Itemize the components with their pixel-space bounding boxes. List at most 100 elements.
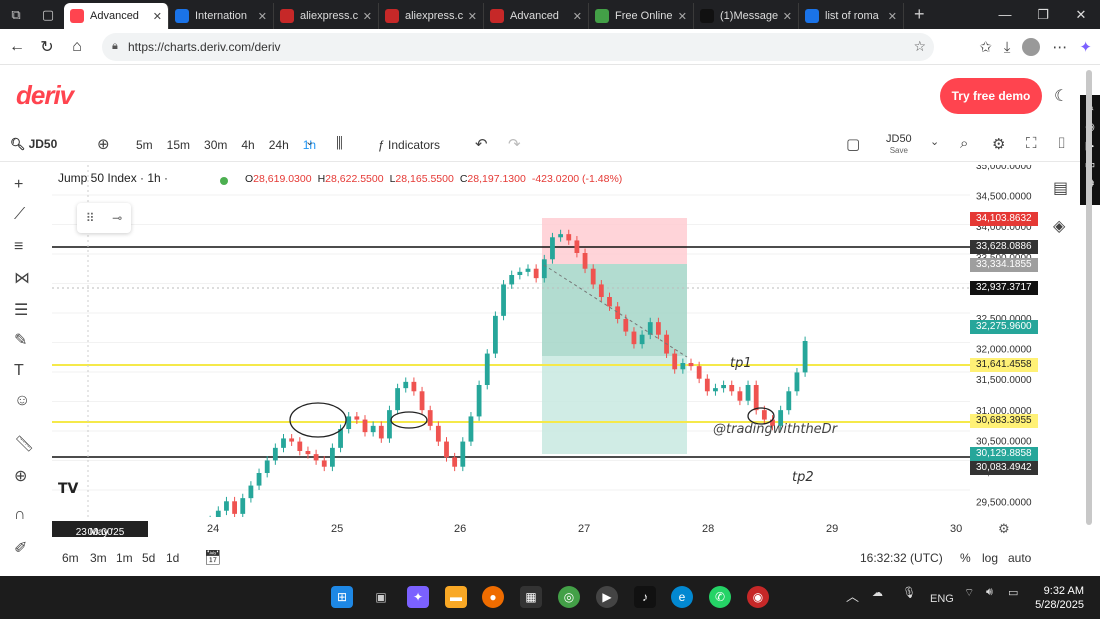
tiktok-icon[interactable]: ♪ <box>634 586 656 608</box>
price-chart[interactable]: 35,000.000034,500.000034,000.000033,500.… <box>52 165 1052 517</box>
whatsapp-icon[interactable]: ✆ <box>709 586 731 608</box>
screenshot-camera-icon[interactable]: ⌷ <box>1057 135 1066 152</box>
page-scrollbar[interactable] <box>1086 70 1092 525</box>
drag-handle-icon[interactable]: ⠿ <box>86 211 95 225</box>
horizontal-lines-icon[interactable]: ≡ <box>14 238 23 256</box>
copilot-icon[interactable]: ✦ <box>1079 38 1092 56</box>
timeframe-4h[interactable]: 4h <box>241 138 254 152</box>
media-app-icon[interactable]: ▦ <box>520 586 542 608</box>
cloud-icon[interactable]: ☁ <box>872 586 883 599</box>
favorites-icon[interactable]: ✩ <box>979 38 992 56</box>
fullscreen-icon[interactable]: ⛶ <box>1026 135 1037 152</box>
browser-tab[interactable]: aliexpress.c ✕ <box>274 3 379 29</box>
zoom-icon[interactable]: ⊕ <box>14 466 27 486</box>
layers-icon[interactable]: ◈ <box>1053 216 1065 236</box>
browser-tab[interactable]: (1)Message ✕ <box>694 3 799 29</box>
auto-toggle[interactable]: auto <box>1008 551 1031 565</box>
profile-avatar[interactable] <box>1022 38 1041 56</box>
pencil-lock-icon[interactable]: ✐ <box>14 538 27 558</box>
back-icon[interactable]: ← <box>2 32 32 62</box>
media-player-icon[interactable]: ▶ <box>596 586 618 608</box>
timeframe-30m[interactable]: 30m <box>204 138 227 152</box>
browser-tab[interactable]: Advanced ✕ <box>484 3 589 29</box>
browser-tab[interactable]: Internation ✕ <box>169 3 274 29</box>
period-5d[interactable]: 5d <box>142 551 155 565</box>
deriv-logo[interactable]: deriv <box>16 80 74 111</box>
wifi-icon[interactable]: ⌔ <box>964 586 974 600</box>
pattern-icon[interactable]: ⋈ <box>14 268 30 288</box>
restore-icon[interactable]: ❐ <box>1024 0 1062 29</box>
url-field[interactable]: 🔒︎ https://charts.deriv.com/deriv ☆ <box>102 33 934 61</box>
date-range-icon[interactable]: 📅︎ <box>204 549 222 566</box>
object-tree-icon[interactable]: ▤ <box>1053 178 1068 198</box>
tab-close-icon[interactable]: ✕ <box>573 10 582 23</box>
downloads-icon[interactable]: ⤓ <box>1004 39 1011 56</box>
chart-type-icon[interactable]: ⫼ <box>336 135 343 152</box>
mic-icon[interactable]: 🎙︎ <box>902 586 916 599</box>
axis-settings-icon[interactable]: ⚙ <box>998 521 1010 537</box>
undo-icon[interactable]: ↶ <box>475 135 488 153</box>
language-indicator[interactable]: ENG <box>930 593 954 605</box>
taskbar-clock[interactable]: 9:32 AM 5/28/2025 <box>1035 584 1084 612</box>
quick-search-icon[interactable]: ⌕ <box>960 135 968 152</box>
magnet-icon[interactable]: ∩ <box>14 506 26 524</box>
tab-close-icon[interactable]: ✕ <box>468 10 477 23</box>
edge-icon[interactable]: e <box>671 586 693 608</box>
tab-actions-icon[interactable]: ▢ <box>32 0 64 29</box>
bookmark-star-icon[interactable]: ☆ <box>913 38 926 55</box>
home-icon[interactable]: ⌂ <box>62 32 92 62</box>
new-tab-icon[interactable]: + <box>914 4 925 25</box>
chevron-down-icon[interactable]: ⌄ <box>305 135 314 148</box>
close-window-icon[interactable]: ✕ <box>1062 0 1100 29</box>
period-3m[interactable]: 3m <box>90 551 107 565</box>
more-menu-icon[interactable]: ⋯ <box>1052 38 1067 56</box>
tab-close-icon[interactable]: ✕ <box>363 10 372 23</box>
tab-close-icon[interactable]: ✕ <box>888 10 897 23</box>
line-tool-icon[interactable]: ⊸ <box>112 211 122 225</box>
try-free-demo-button[interactable]: Try free demo <box>940 78 1042 114</box>
browser-tab[interactable]: aliexpress.c ✕ <box>379 3 484 29</box>
ruler-icon[interactable]: 📏︎ <box>14 434 34 454</box>
percent-toggle[interactable]: % <box>960 551 971 565</box>
start-icon[interactable]: ⊞ <box>331 586 353 608</box>
period-1d[interactable]: 1d <box>166 551 179 565</box>
browser-tab[interactable]: Advanced ✕ <box>64 3 169 29</box>
trend-line-icon[interactable]: ⟋ <box>14 206 25 224</box>
recorder-icon[interactable]: ◉ <box>747 586 769 608</box>
emoji-icon[interactable]: ☺ <box>14 392 30 410</box>
drawing-floating-toolbar[interactable]: ⠿ ⊸ <box>77 203 131 233</box>
workspaces-icon[interactable]: ⧉ <box>0 0 32 29</box>
tab-close-icon[interactable]: ✕ <box>153 10 162 23</box>
firefox-icon[interactable]: ● <box>482 586 504 608</box>
chrome-icon[interactable]: ◎ <box>558 586 580 608</box>
browser-tab[interactable]: list of roma ✕ <box>799 3 904 29</box>
minimize-icon[interactable]: — <box>986 0 1024 29</box>
copilot-app-icon[interactable]: ✦ <box>407 586 429 608</box>
symbol-save[interactable]: JD50 Save <box>886 134 912 156</box>
volume-icon[interactable]: 🔊︎ <box>986 586 993 599</box>
chevron-down-icon[interactable]: ⌄ <box>930 135 939 148</box>
tab-close-icon[interactable]: ✕ <box>783 10 792 23</box>
utc-clock[interactable]: 16:32:32 (UTC) <box>860 551 943 565</box>
period-6m[interactable]: 6m <box>62 551 79 565</box>
log-toggle[interactable]: log <box>982 551 998 565</box>
brush-icon[interactable]: ✎ <box>14 330 27 350</box>
indicators-button[interactable]: ƒ Indicators <box>378 138 440 152</box>
task-view-icon[interactable]: ▣ <box>370 586 392 608</box>
fib-icon[interactable]: ☰ <box>14 300 28 320</box>
dark-mode-icon[interactable]: ☾ <box>1054 86 1068 106</box>
crosshair-icon[interactable]: + <box>14 176 23 194</box>
battery-icon[interactable]: ▭ <box>1008 586 1018 599</box>
compare-add-icon[interactable]: ⊕ <box>97 135 110 153</box>
symbol-search[interactable]: 🔍︎ JD50 <box>10 137 57 151</box>
file-explorer-icon[interactable]: ▬ <box>445 586 467 608</box>
layout-icon[interactable]: ▢ <box>846 135 860 153</box>
tab-close-icon[interactable]: ✕ <box>678 10 687 23</box>
period-1m[interactable]: 1m <box>116 551 133 565</box>
reload-icon[interactable]: ↻ <box>32 32 62 62</box>
timeframe-24h[interactable]: 24h <box>269 138 289 152</box>
timeframe-15m[interactable]: 15m <box>167 138 190 152</box>
tab-close-icon[interactable]: ✕ <box>258 10 267 23</box>
timeframe-5m[interactable]: 5m <box>136 138 153 152</box>
redo-icon[interactable]: ↷ <box>508 135 521 153</box>
